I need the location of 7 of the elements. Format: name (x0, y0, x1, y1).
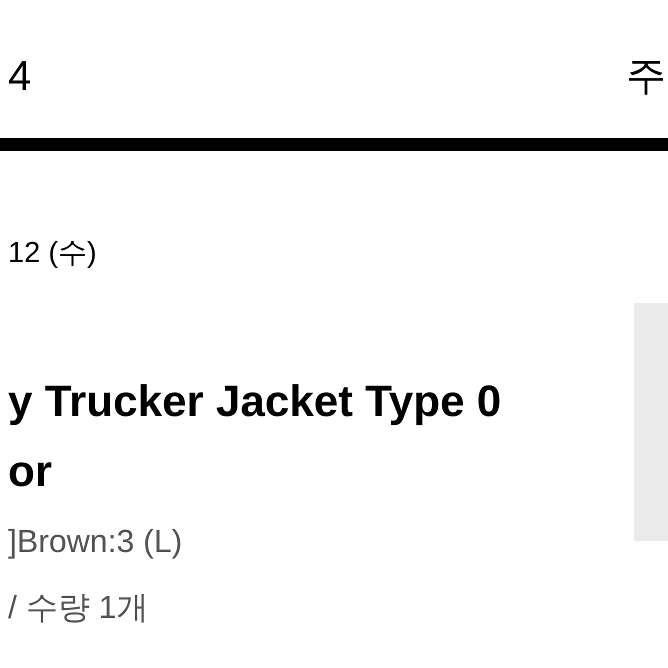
order-date: 12 (수) (8, 236, 98, 271)
quantity-text: / 수량 1개 (8, 588, 150, 627)
product-name: y Trucker Jacket Type 0 (8, 376, 502, 428)
header-label: 주 (626, 53, 666, 100)
header-title: 4 (8, 51, 32, 101)
product-name: or (8, 446, 53, 498)
option-text: ]Brown:3 (L) (8, 522, 184, 561)
